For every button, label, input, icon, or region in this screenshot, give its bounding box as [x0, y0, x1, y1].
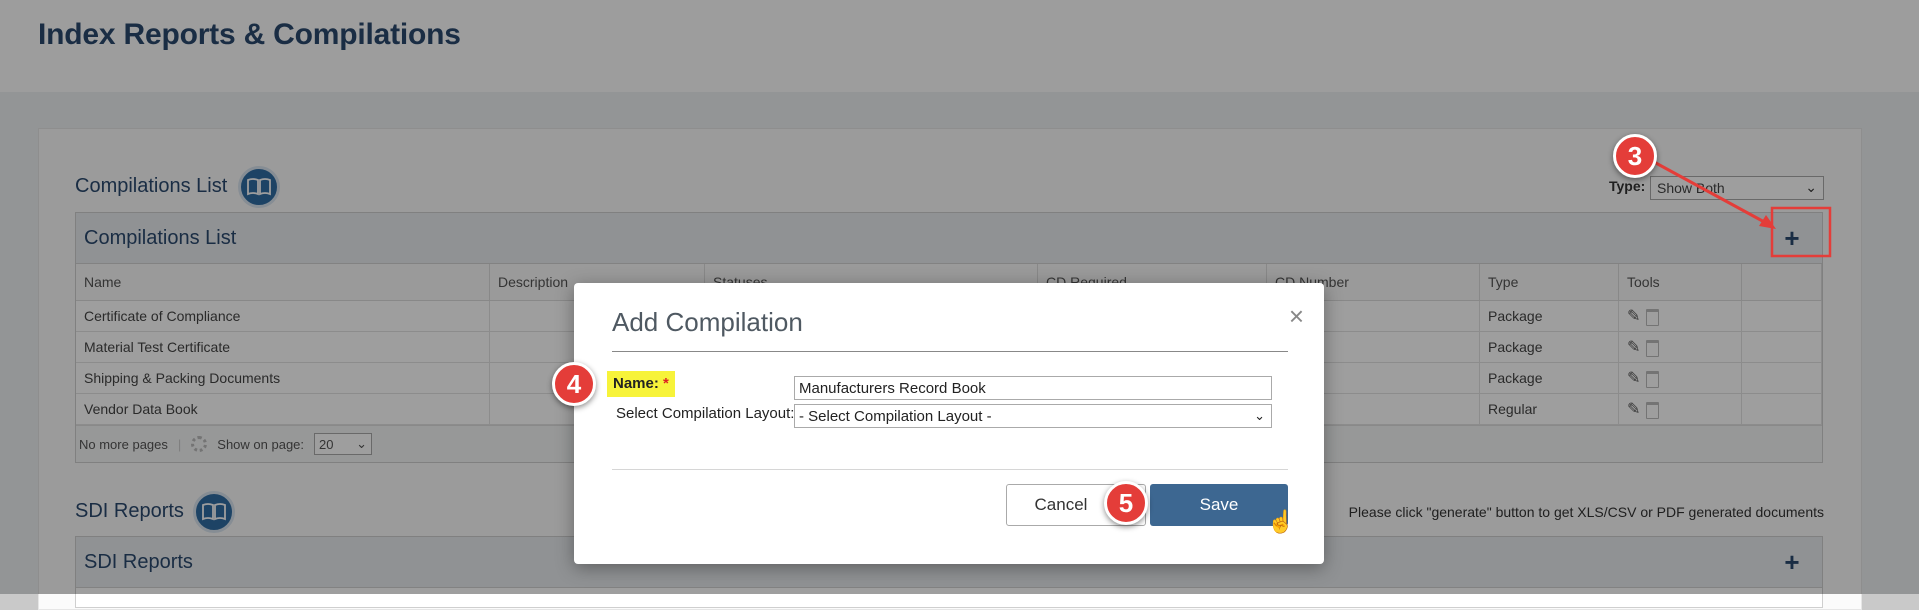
annotation-overlay [1653, 160, 1832, 258]
annotation-highlight-box [1770, 206, 1832, 258]
annotation-arrowhead [1759, 215, 1776, 229]
step-3-badge: 3 [1613, 134, 1657, 178]
step-5-badge: 5 [1104, 481, 1148, 525]
annotation-arrow [1653, 160, 1769, 226]
step-4-badge: 4 [552, 362, 596, 406]
